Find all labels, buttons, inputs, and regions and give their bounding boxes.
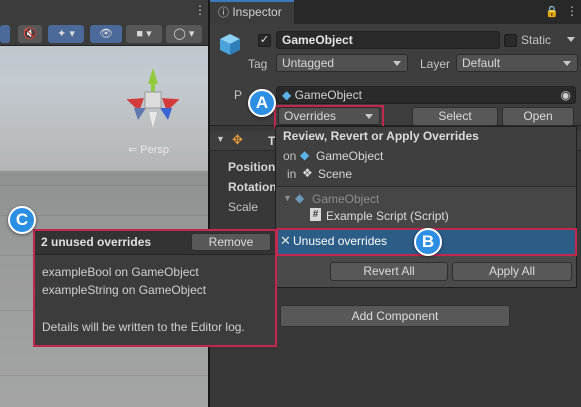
overrides-tree: ▼ ◆ GameObject # Example Script (Script) bbox=[276, 187, 576, 231]
lock-icon[interactable]: 🔒 bbox=[545, 5, 559, 18]
foldout-arrow-icon[interactable]: ▼ bbox=[283, 193, 292, 203]
scene-tab-bar: ⋮ bbox=[0, 0, 208, 22]
transform-icon: ✥ bbox=[232, 132, 243, 147]
object-picker-icon[interactable]: ◉ bbox=[561, 87, 571, 103]
tree-child-label[interactable]: Example Script (Script) bbox=[326, 209, 449, 223]
position-label: Position bbox=[228, 160, 276, 174]
callout-b: B bbox=[414, 228, 442, 256]
camera-settings-icon[interactable]: ■ ▾ bbox=[126, 25, 162, 43]
prefab-small-icon: ◆ bbox=[300, 148, 310, 162]
layer-label: Layer bbox=[420, 57, 451, 71]
select-button[interactable]: Select bbox=[412, 107, 498, 126]
remove-button[interactable]: Remove bbox=[191, 233, 271, 251]
unused-overrides-header: 2 unused overrides Remove bbox=[35, 231, 275, 255]
callout-a: A bbox=[248, 89, 276, 117]
audio-toggle-icon[interactable]: 🔇 bbox=[18, 25, 42, 43]
static-dropdown[interactable] bbox=[562, 31, 578, 49]
scene-toolbar: 🔇 ✦ ▾ 👁 ■ ▾ ◯ ▾ bbox=[0, 22, 208, 46]
in-scene: Scene bbox=[318, 167, 353, 181]
object-name-field[interactable]: GameObject bbox=[276, 31, 500, 49]
inspector-tab-bar: ⓘ Inspector 🔒 ⋮ bbox=[210, 0, 581, 24]
draw-mode-button[interactable] bbox=[0, 25, 10, 43]
tag-dropdown[interactable]: Untagged bbox=[276, 54, 408, 72]
close-icon: ✕ bbox=[280, 233, 291, 248]
tree-root-label[interactable]: GameObject bbox=[312, 192, 379, 206]
more-menu-icon[interactable]: ⋮ bbox=[566, 4, 578, 18]
static-checkbox[interactable] bbox=[504, 34, 517, 47]
popup-footer: Revert All Apply All bbox=[276, 257, 576, 287]
rotation-label: Rotation bbox=[228, 180, 277, 194]
open-button[interactable]: Open bbox=[502, 107, 574, 126]
layer-dropdown[interactable]: Default bbox=[456, 54, 578, 72]
info-icon: ⓘ bbox=[218, 7, 229, 19]
foldout-arrow-icon: ▼ bbox=[216, 134, 225, 144]
on-object: GameObject bbox=[316, 149, 384, 163]
prefab-small-icon: ◆ bbox=[282, 88, 292, 102]
scene-icon: ❖ bbox=[302, 166, 313, 180]
editor-log-note: Details will be written to the Editor lo… bbox=[42, 320, 245, 334]
gizmos-toggle-icon[interactable]: ◯ ▾ bbox=[166, 25, 202, 43]
active-checkbox[interactable]: ✓ bbox=[258, 34, 271, 47]
apply-all-button[interactable]: Apply All bbox=[452, 262, 572, 281]
on-prefix: on bbox=[283, 149, 297, 163]
unused-override-item: exampleBool on GameObject bbox=[42, 265, 199, 279]
unused-override-item: exampleString on GameObject bbox=[42, 283, 207, 297]
visibility-toggle-icon[interactable]: 👁 bbox=[90, 25, 122, 43]
scale-label: Scale bbox=[228, 200, 259, 214]
in-prefix: in bbox=[287, 167, 297, 181]
perspective-label[interactable]: ⇐ Persp bbox=[128, 143, 169, 156]
unused-overrides-count: 2 unused overrides bbox=[41, 235, 152, 249]
tag-label: Tag bbox=[248, 57, 268, 71]
popup-header: Review, Revert or Apply Overrides on ◆ G… bbox=[276, 127, 576, 187]
add-component-button[interactable]: Add Component bbox=[280, 305, 510, 327]
script-icon: # bbox=[310, 208, 321, 221]
prefab-label: P bbox=[234, 88, 243, 102]
revert-all-button[interactable]: Revert All bbox=[330, 262, 448, 281]
unused-overrides-panel: 2 unused overrides Remove exampleBool on… bbox=[33, 229, 277, 347]
overrides-popup: Review, Revert or Apply Overrides on ◆ G… bbox=[275, 126, 577, 288]
prefab-asset-field[interactable]: ◆ GameObject ◉ bbox=[276, 86, 576, 104]
inspector-tab[interactable]: ⓘ Inspector bbox=[210, 0, 294, 24]
unused-overrides-label: Unused overrides bbox=[293, 234, 388, 248]
popup-title: Review, Revert or Apply Overrides bbox=[283, 129, 479, 143]
prefab-cube-icon bbox=[220, 34, 240, 55]
more-menu-icon[interactable]: ⋮ bbox=[194, 4, 206, 16]
orientation-gizmo-icon[interactable] bbox=[118, 62, 188, 132]
callout-c: C bbox=[8, 206, 36, 234]
static-label: Static bbox=[521, 33, 552, 47]
prefab-small-icon: ◆ bbox=[295, 191, 305, 205]
perspective-icon: ⇐ bbox=[128, 144, 138, 156]
effects-toggle-icon[interactable]: ✦ ▾ bbox=[48, 25, 84, 43]
